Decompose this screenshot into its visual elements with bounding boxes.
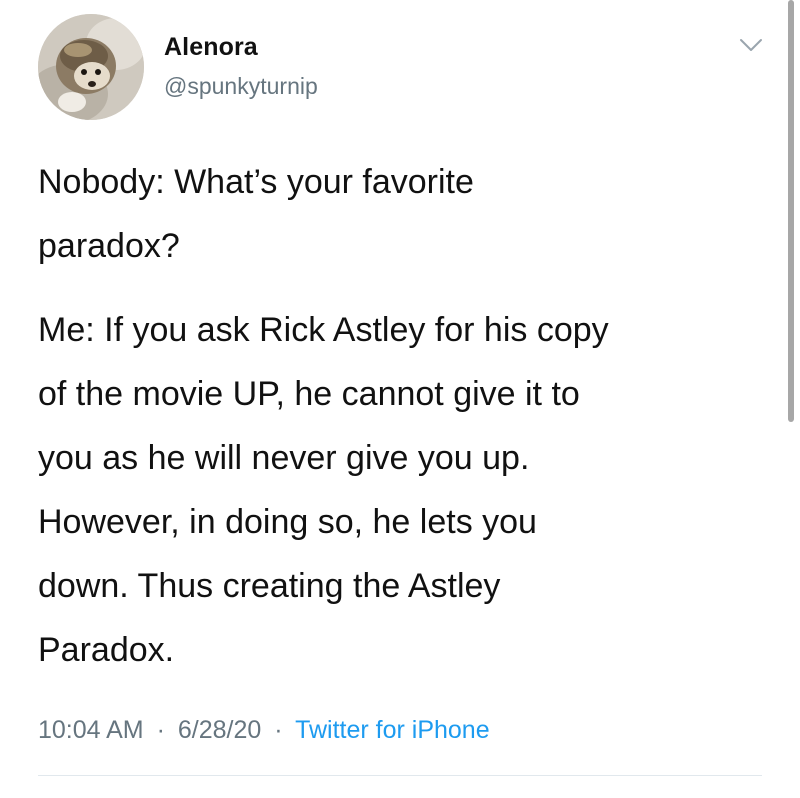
display-name[interactable]: Alenora — [164, 33, 258, 62]
tweet-text-paragraph-1: Nobody: What’s your favorite paradox? — [38, 150, 768, 278]
tweet-text-line: However, in doing so, he lets you — [38, 503, 537, 541]
meta-separator: · — [156, 716, 165, 744]
tweet-time[interactable]: 10:04 AM — [38, 716, 144, 744]
tweet-date[interactable]: 6/28/20 — [178, 716, 261, 744]
meta-separator: · — [274, 716, 283, 744]
tweet-text-line: down. Thus creating the Astley — [38, 567, 501, 605]
tweet-source-link[interactable]: Twitter for iPhone — [295, 716, 490, 744]
tweet-text-paragraph-2: Me: If you ask Rick Astley for his copy … — [38, 298, 768, 682]
tweet-text-line: paradox? — [38, 227, 180, 265]
chevron-down-icon[interactable] — [738, 36, 764, 54]
avatar[interactable] — [38, 14, 144, 120]
tweet-text-line: Paradox. — [38, 631, 175, 669]
divider — [38, 775, 762, 776]
tweet-metadata: 10:04 AM · 6/28/20 · Twitter for iPhone — [38, 716, 490, 745]
scrollbar[interactable] — [788, 0, 794, 422]
tweet-text-line: Me: If you ask Rick Astley for his copy — [38, 311, 609, 349]
user-handle[interactable]: @spunkyturnip — [164, 73, 318, 100]
tweet-text-line: Nobody: What’s your favorite — [38, 163, 474, 201]
tweet-card: Alenora @spunkyturnip Nobody: What’s you… — [0, 0, 800, 798]
tweet-text-line: of the movie UP, he cannot give it to — [38, 375, 580, 413]
hedgehog-avatar-image — [38, 14, 144, 120]
tweet-text-line: you as he will never give you up. — [38, 439, 530, 477]
